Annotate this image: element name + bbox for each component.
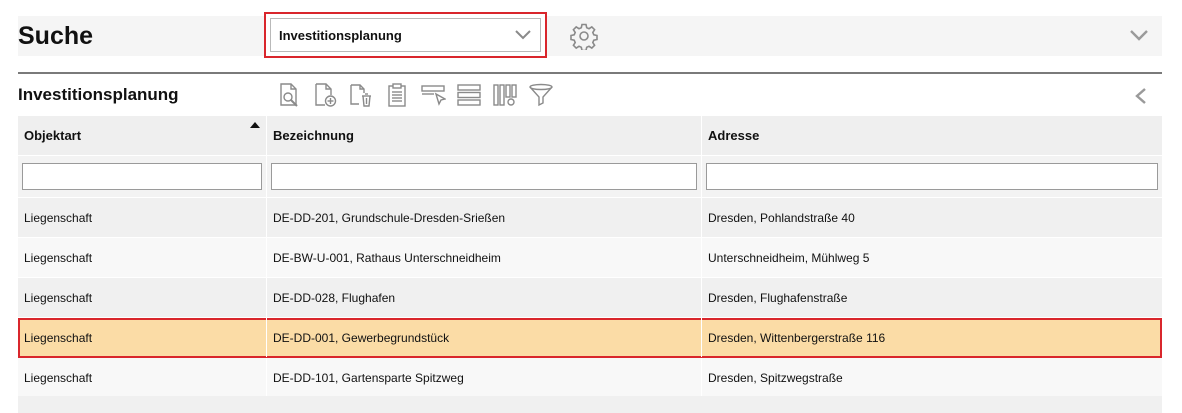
column-settings-button[interactable] [490,80,520,110]
collapse-chevron-icon[interactable] [1128,26,1150,44]
view-select[interactable]: Investitionsplanung [270,18,541,52]
column-header-label: Adresse [708,128,760,143]
table-row[interactable]: Liegenschaft DE-BW-U-001, Rathaus Unters… [18,238,1162,278]
column-header-bezeichnung[interactable]: Bezeichnung [266,116,701,155]
view-details-icon [280,83,298,107]
new-record-button[interactable] [310,80,340,110]
view-details-button[interactable] [274,80,304,110]
filter-button[interactable] [526,80,556,110]
cell-adresse: Dresden, Wittenbergerstraße 116 [701,318,1162,357]
section-title: Investitionsplanung [18,85,179,104]
sort-ascending-icon [250,122,260,128]
filter-cell-objektart [18,156,266,197]
filter-cell-bezeichnung [266,156,701,197]
cell-objektart: Liegenschaft [24,250,93,265]
cell-objektart: Liegenschaft [24,330,93,345]
column-header-label: Objektart [24,128,82,143]
select-rows-icon [421,85,446,106]
cell-objektart: Liegenschaft [24,370,93,385]
row-height-button[interactable] [454,80,484,110]
filter-input-objektart[interactable] [22,163,262,190]
grid-filter-row [18,156,1162,198]
cell-adresse: Dresden, Spitzwegstraße [701,358,1162,397]
grid-bottom-strip [18,396,1162,413]
view-select-highlight: Investitionsplanung [264,12,547,58]
table-row[interactable]: Liegenschaft DE-DD-201, Grundschule-Dres… [18,198,1162,238]
cell-bezeichnung: DE-BW-U-001, Rathaus Unterschneidheim [266,238,701,277]
filter-icon [529,83,553,107]
grid-toolbar [274,80,556,110]
results-grid: Objektart Bezeichnung Adresse Liegenscha… [18,116,1162,398]
grid-header-row: Objektart Bezeichnung Adresse [18,116,1162,156]
gear-icon[interactable] [570,22,598,50]
clipboard-button[interactable] [382,80,412,110]
clipboard-icon [388,83,406,107]
table-row[interactable]: Liegenschaft DE-DD-028, Flughafen Dresde… [18,278,1162,318]
cell-bezeichnung: DE-DD-101, Gartensparte Spitzweg [266,358,701,397]
cell-bezeichnung: DE-DD-201, Grundschule-Dresden-Srießen [266,198,701,237]
new-record-icon [315,83,337,107]
filter-cell-adresse [701,156,1162,197]
cell-bezeichnung: DE-DD-001, Gewerbegrundstück [266,318,701,357]
row-height-icon [457,84,481,106]
cell-bezeichnung: DE-DD-028, Flughafen [266,278,701,317]
delete-record-button[interactable] [346,80,376,110]
table-row-selected[interactable]: Liegenschaft DE-DD-001, Gewerbegrundstüc… [18,318,1162,358]
column-header-objektart[interactable]: Objektart [18,116,266,155]
chevron-down-icon [515,30,531,40]
column-settings-icon [493,84,517,106]
column-header-adresse[interactable]: Adresse [701,116,1162,155]
cell-objektart: Liegenschaft [24,290,93,305]
cell-objektart: Liegenschaft [24,210,93,225]
delete-record-icon [350,84,371,107]
cell-adresse: Dresden, Flughafenstraße [701,278,1162,317]
page-title: Suche [18,22,94,50]
view-select-value: Investitionsplanung [279,27,402,43]
column-header-label: Bezeichnung [273,128,354,143]
cell-adresse: Unterschneidheim, Mühlweg 5 [701,238,1162,277]
collapse-left-icon[interactable] [1132,86,1150,106]
cell-adresse: Dresden, Pohlandstraße 40 [701,198,1162,237]
select-rows-button[interactable] [418,80,448,110]
filter-input-bezeichnung[interactable] [271,163,697,190]
filter-input-adresse[interactable] [706,163,1158,190]
header-divider [18,72,1162,74]
table-row[interactable]: Liegenschaft DE-DD-101, Gartensparte Spi… [18,358,1162,398]
